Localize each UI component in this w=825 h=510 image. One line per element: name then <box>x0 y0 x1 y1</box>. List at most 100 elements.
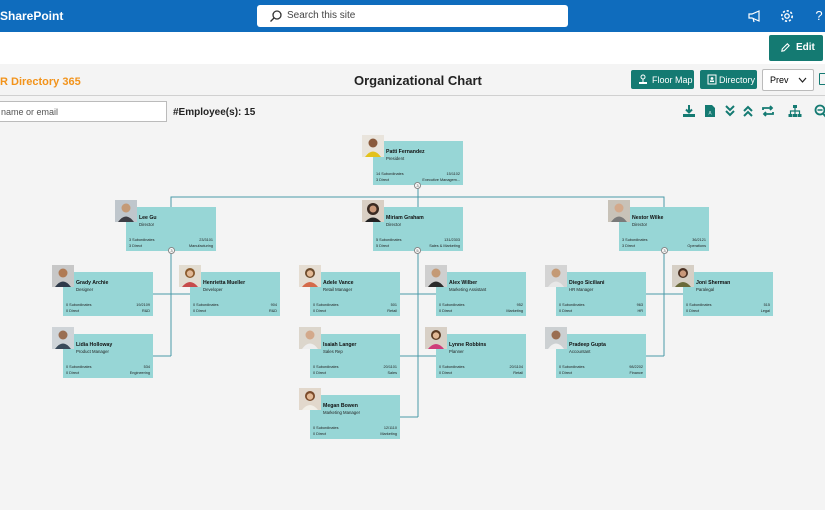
employee-title: HR Manager <box>569 287 594 292</box>
employee-direct: 5 Direct <box>376 244 390 248</box>
directory-label: Directory <box>719 75 756 85</box>
employee-extension: 19/2109 <box>136 303 150 307</box>
employee-extension: 12/1110 <box>383 426 397 430</box>
name-email-search-input[interactable]: name or email <box>0 101 167 122</box>
employee-department: Legal <box>760 309 770 313</box>
employee-name: Isaiah Langer <box>323 342 357 348</box>
employee-title: Director <box>139 222 155 227</box>
org-card-alex-wilber[interactable]: Alex Wilber Marketing Assistant 0 Subord… <box>436 272 526 316</box>
employee-subordinates: 0 Subordinates <box>686 303 712 307</box>
employee-extension: 36/2121 <box>692 238 706 242</box>
employee-photo <box>299 388 321 410</box>
expand-collapse-toggle[interactable]: 3 <box>661 247 668 254</box>
megaphone-icon[interactable] <box>747 8 763 24</box>
employee-name: Adele Vance <box>323 280 354 286</box>
prev-select[interactable]: Prev <box>762 69 814 91</box>
expand-collapse-toggle[interactable]: 3 <box>414 182 421 189</box>
employee-photo <box>362 135 384 157</box>
employee-direct: 3 Direct <box>376 178 390 182</box>
sharepoint-brand[interactable]: SharePoint <box>0 9 63 23</box>
employee-photo <box>545 327 567 349</box>
employee-direct: 0 Direct <box>193 309 207 313</box>
employee-photo <box>299 327 321 349</box>
employee-subordinates: 0 Subordinates <box>559 365 585 369</box>
employee-subordinates: 0 Subordinates <box>66 303 92 307</box>
org-card-miriam-graham[interactable]: Miriam Graham Director 5 Subordinates 5 … <box>373 207 463 251</box>
employee-subordinates: 0 Subordinates <box>439 303 465 307</box>
pencil-icon <box>781 43 790 52</box>
employee-extension: 23/3101 <box>199 238 213 242</box>
org-card-lynne-robbins[interactable]: Lynne Robbins Planner 0 Subordinates 0 D… <box>436 334 526 378</box>
org-card-isaiah-langer[interactable]: Isaiah Langer Sales Rep 0 Subordinates 0… <box>310 334 400 378</box>
employee-department: R&D <box>141 309 150 313</box>
org-card-grady-archie[interactable]: Grady Archie Designer 0 Subordinates 0 D… <box>63 272 153 316</box>
employee-extension: 515 <box>763 303 770 307</box>
employee-direct: 0 Direct <box>313 309 327 313</box>
org-card-nestor-wilke[interactable]: Nestor Wilke Director 3 Subordinates 3 D… <box>619 207 709 251</box>
org-card-diego-siciliani[interactable]: Diego Siciliani HR Manager 0 Subordinate… <box>556 272 646 316</box>
pdf-icon[interactable]: A <box>703 104 717 118</box>
employee-photo <box>425 265 447 287</box>
org-card-adele-vance[interactable]: Adele Vance Retail Manager 0 Subordinate… <box>310 272 400 316</box>
search-icon <box>270 10 282 22</box>
employee-name: Patti Fernandez <box>386 149 425 155</box>
employee-title: Sales Rep <box>323 349 343 354</box>
hierarchy-icon[interactable] <box>788 104 802 118</box>
expand-all-icon[interactable] <box>723 104 737 118</box>
employee-subordinates: 0 Subordinates <box>313 365 339 369</box>
floor-map-button[interactable]: Floor Map <box>631 70 694 89</box>
employee-extension: 15/1102 <box>446 172 460 176</box>
org-card-pradeep-gupta[interactable]: Pradeep Gupta Accountant 0 Subordinates … <box>556 334 646 378</box>
employee-direct: 0 Direct <box>313 371 327 375</box>
employee-title: Designer <box>76 287 94 292</box>
org-card-lidia-holloway[interactable]: Lidia Holloway Product Manager 0 Subordi… <box>63 334 153 378</box>
chevron-down-icon <box>798 77 807 83</box>
employee-title: Accountant <box>569 349 591 354</box>
floor-map-icon <box>639 74 647 84</box>
employee-subordinates: 0 Subordinates <box>313 303 339 307</box>
org-card-henrietta-mueller[interactable]: Henrietta Mueller Developer 0 Subordinat… <box>190 272 280 316</box>
name-email-placeholder: name or email <box>1 107 59 117</box>
employee-direct: 0 Direct <box>313 432 327 436</box>
employee-department: R&D <box>268 309 277 313</box>
gear-icon[interactable] <box>779 8 795 24</box>
edit-button-label: Edit <box>796 42 815 53</box>
employee-direct: 3 Direct <box>129 244 143 248</box>
org-card-lee-gu[interactable]: Lee Gu Director 3 Subordinates 3 Direct … <box>126 207 216 251</box>
zoom-icon[interactable] <box>813 104 825 118</box>
directory-button[interactable]: Directory <box>700 70 757 89</box>
employee-extension: 963 <box>636 303 643 307</box>
employee-photo <box>115 200 137 222</box>
collapse-all-icon[interactable] <box>741 104 755 118</box>
expand-collapse-toggle[interactable]: 5 <box>414 247 421 254</box>
org-card-patti-fernandez[interactable]: Patti Fernandez President 14 Subordinate… <box>373 141 463 185</box>
org-card-megan-bowen[interactable]: Megan Bowen Marketing Manager 0 Subordin… <box>310 395 400 439</box>
panel-icon[interactable] <box>819 73 825 85</box>
employee-title: Retail Manager <box>323 287 353 292</box>
employee-direct: 0 Direct <box>439 309 453 313</box>
prev-select-value: Prev <box>770 75 789 85</box>
employee-title: Planner <box>449 349 464 354</box>
employee-photo <box>425 327 447 349</box>
employee-department: Retail <box>387 309 397 313</box>
employee-title: Product Manager <box>76 349 109 354</box>
employee-department: Retail <box>513 371 523 375</box>
employee-direct: 0 Direct <box>559 371 573 375</box>
employee-name: Grady Archie <box>76 280 109 286</box>
download-icon[interactable] <box>682 104 696 118</box>
expand-collapse-toggle[interactable]: 3 <box>168 247 175 254</box>
employee-direct: 0 Direct <box>439 371 453 375</box>
employee-count: #Employee(s): 15 <box>173 107 256 118</box>
floor-map-label: Floor Map <box>652 75 693 85</box>
refresh-icon[interactable] <box>761 104 775 118</box>
employee-subordinates: 5 Subordinates <box>376 238 402 242</box>
suite-header: SharePoint Search this site ? <box>0 0 825 32</box>
help-icon[interactable]: ? <box>811 8 825 24</box>
employee-direct: 0 Direct <box>66 371 80 375</box>
site-search-box[interactable]: Search this site <box>257 5 568 27</box>
employee-extension: 534 <box>143 365 150 369</box>
employee-photo <box>672 265 694 287</box>
edit-button[interactable]: Edit <box>769 35 823 61</box>
employee-name: Henrietta Mueller <box>203 280 246 286</box>
org-card-joni-sherman[interactable]: Joni Sherman Paralegal 0 Subordinates 0 … <box>683 272 773 316</box>
